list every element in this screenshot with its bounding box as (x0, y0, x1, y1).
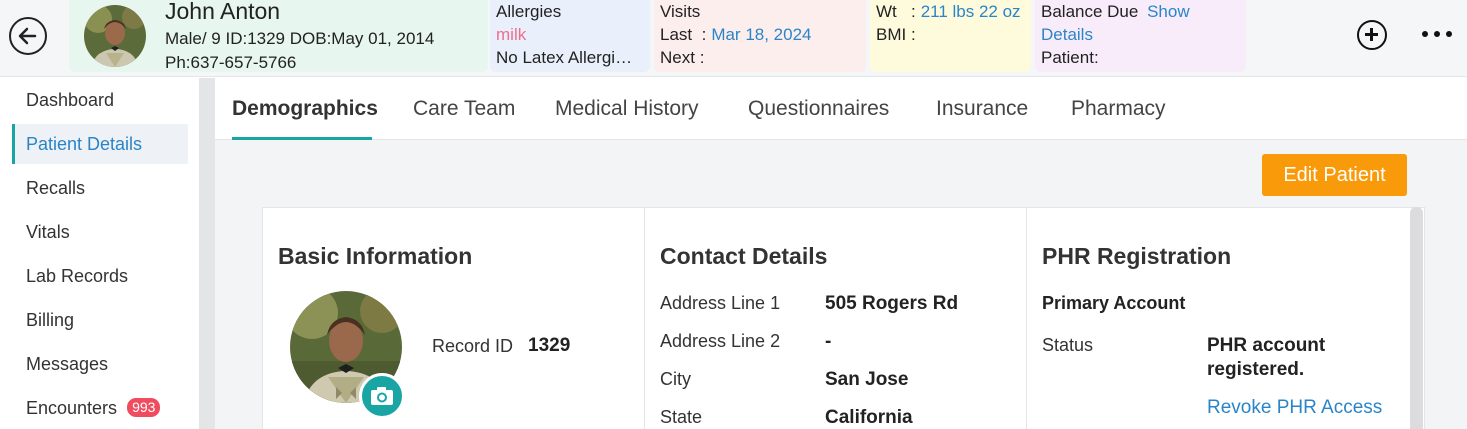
state-label: State (660, 407, 703, 427)
address-line-2-label: Address Line 2 (660, 331, 781, 351)
tab-care-team[interactable]: Care Team (413, 97, 515, 121)
sidebar-item-dashboard[interactable]: Dashboard (12, 80, 188, 120)
address-line-1-label: Address Line 1 (660, 293, 781, 313)
balance-label: Balance Due (1041, 2, 1139, 21)
demographics-panel: Basic Information Record ID 1329 Contact… (262, 207, 1425, 429)
patient-summary-card[interactable]: John Anton Male/ 9 ID:1329 DOB:May 01, 2… (69, 0, 488, 72)
back-arrow-icon[interactable] (9, 17, 47, 55)
phr-status-label: Status (1042, 335, 1094, 355)
tab-insurance[interactable]: Insurance (936, 97, 1028, 121)
plus-circle-icon[interactable] (1357, 20, 1387, 50)
edit-patient-button[interactable]: Edit Patient (1262, 154, 1407, 196)
sidebar-item-recalls[interactable]: Recalls (12, 168, 188, 208)
tab-medical-history[interactable]: Medical History (555, 97, 699, 121)
sidebar-scrollbar[interactable] (199, 78, 215, 429)
allergy-item: No Latex Allergi… (496, 48, 633, 67)
vitals-card[interactable]: Wt :211 lbs 22 oz BMI : (870, 0, 1031, 72)
record-id-value: 1329 (528, 335, 571, 356)
address-line-1-value: 505 Rogers Rd (825, 293, 959, 314)
sidebar-item-label: Lab Records (26, 266, 129, 286)
panel-scrollbar[interactable] (1410, 207, 1423, 429)
phr-registration-title: PHR Registration (1042, 243, 1232, 269)
allergies-card[interactable]: Allergies milk No Latex Allergi… (490, 0, 650, 72)
visits-card[interactable]: Visits Last : Mar 18, 2024 Next : (654, 0, 866, 72)
address-line-2-value: - (825, 331, 832, 352)
revoke-phr-access-link[interactable]: Revoke PHR Access (1207, 397, 1382, 419)
city-value: San Jose (825, 369, 909, 390)
sidebar-item-label: Recalls (26, 178, 86, 198)
patient-avatar (84, 5, 146, 67)
sidebar-item-lab-records[interactable]: Lab Records (12, 256, 188, 296)
last-visit-date[interactable]: Mar 18, 2024 (711, 25, 811, 44)
sidebar-item-encounters[interactable]: Encounters 993 (12, 388, 188, 428)
sidebar-item-label: Encounters (26, 398, 118, 418)
state-value: California (825, 407, 913, 428)
weight-label: Wt (876, 2, 897, 21)
sidebar-item-billing[interactable]: Billing (12, 300, 188, 340)
more-dots-icon[interactable] (1420, 30, 1454, 40)
main-content: Demographics Care Team Medical History Q… (215, 78, 1467, 429)
last-visit-label: Last (660, 25, 693, 44)
column-divider (644, 208, 645, 429)
phr-status-line: PHR account (1207, 335, 1326, 356)
encounters-count-badge: 993 (127, 398, 161, 417)
primary-account-label: Primary Account (1042, 293, 1186, 313)
basic-info-title: Basic Information (278, 243, 473, 269)
allergy-item: milk (496, 25, 527, 44)
sidebar-item-label: Messages (26, 354, 109, 374)
next-visit-label: Next (660, 48, 695, 67)
sidebar-item-patient-details[interactable]: Patient Details (12, 124, 188, 164)
allergies-label: Allergies (496, 2, 562, 21)
camera-icon[interactable] (359, 373, 405, 419)
column-divider (1026, 208, 1027, 429)
sidebar-item-label: Billing (26, 310, 75, 330)
sidebar-item-label: Vitals (26, 222, 70, 242)
record-id-label: Record ID (432, 336, 514, 356)
tab-questionnaires[interactable]: Questionnaires (748, 97, 889, 121)
sidebar-item-messages[interactable]: Messages (12, 344, 188, 384)
patient-demographics: Male/ 9 ID:1329 DOB:May 01, 2014 (165, 29, 435, 48)
tab-bar: Demographics Care Team Medical History Q… (215, 78, 1467, 140)
active-tab-indicator (232, 137, 372, 140)
weight-value[interactable]: 211 lbs 22 oz (921, 2, 1021, 21)
tab-pharmacy[interactable]: Pharmacy (1071, 97, 1166, 121)
bmi-label: BMI (876, 25, 907, 44)
sidebar-nav: Dashboard Patient Details Recalls Vitals… (0, 78, 200, 429)
sidebar-item-label: Patient Details (26, 134, 143, 154)
patient-phone: Ph:637-657-5766 (165, 53, 297, 72)
patient-header: John Anton Male/ 9 ID:1329 DOB:May 01, 2… (0, 0, 1467, 77)
city-label: City (660, 369, 691, 389)
patient-balance-label: Patient (1041, 48, 1094, 67)
show-details-link[interactable]: Details (1041, 23, 1246, 46)
visits-label: Visits (660, 2, 701, 21)
balance-card[interactable]: Balance Due Show Details Patient: (1035, 0, 1246, 72)
patient-name[interactable]: John Anton (165, 0, 280, 25)
phr-status-line: registered. (1207, 359, 1305, 380)
tab-demographics[interactable]: Demographics (232, 97, 378, 121)
contact-details-title: Contact Details (660, 243, 828, 269)
sidebar-item-vitals[interactable]: Vitals (12, 212, 188, 252)
sidebar-item-label: Dashboard (26, 90, 115, 110)
show-details-link[interactable]: Show (1147, 2, 1190, 21)
